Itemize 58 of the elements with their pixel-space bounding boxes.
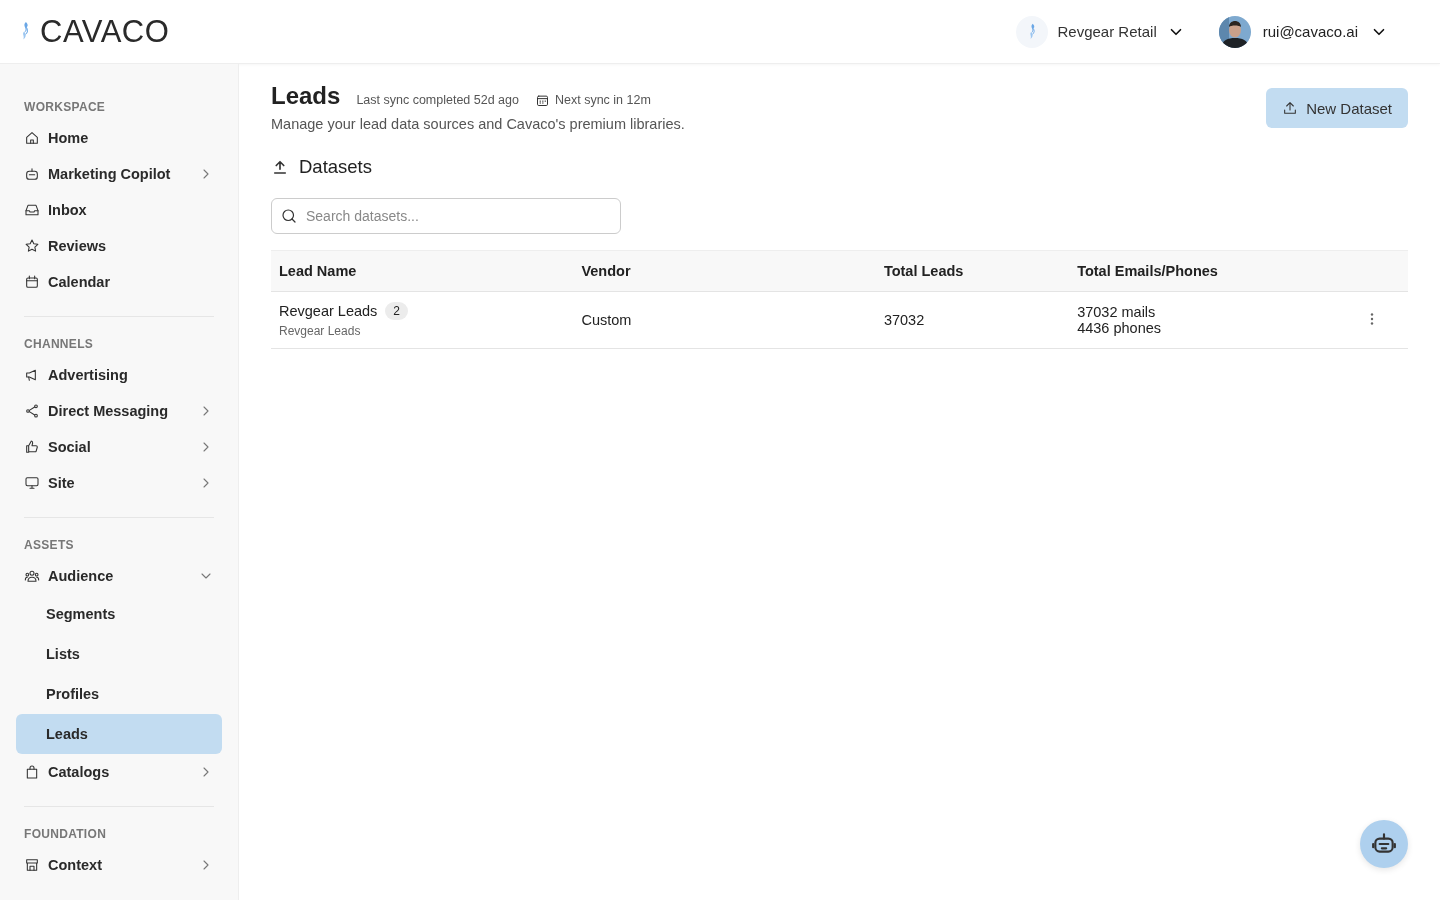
sidebar-item[interactable]: Audience	[16, 558, 222, 594]
column-header: Lead Name	[271, 250, 574, 292]
sidebar-item[interactable]: Direct Messaging	[16, 393, 222, 429]
next-sync: Next sync in 12m	[555, 93, 651, 107]
sidebar-item[interactable]: Calendar	[16, 264, 222, 300]
sidebar-item[interactable]: Home	[16, 120, 222, 156]
section-heading: FOUNDATION	[23, 826, 108, 843]
section-heading: CHANNELS	[23, 336, 95, 353]
lead-name: Revgear Leads	[279, 303, 378, 319]
sidebar-item[interactable]: Catalogs	[16, 754, 222, 790]
monitor-icon	[24, 475, 40, 491]
section-heading: ASSETS	[23, 537, 75, 554]
sidebar-item[interactable]: Social	[16, 429, 222, 465]
count-badge: 2	[385, 302, 409, 320]
section-heading: WORKSPACE	[23, 99, 107, 116]
calendar-icon	[24, 274, 40, 290]
sidebar-item[interactable]: Profiles	[16, 674, 222, 714]
sidebar-item[interactable]: Reviews	[16, 228, 222, 264]
bag-icon	[24, 764, 40, 780]
phones-count: 4436 phones	[1077, 320, 1162, 336]
workspace-selector[interactable]: Revgear Retail	[1015, 15, 1185, 48]
robot-icon	[24, 166, 40, 182]
assistant-button[interactable]	[1360, 820, 1408, 868]
search-field[interactable]: Search datasets...	[271, 198, 621, 234]
sidebar-item[interactable]: Lists	[16, 634, 222, 674]
upload-icon	[271, 158, 289, 176]
inbox-icon	[24, 202, 40, 218]
sidebar-item[interactable]: Leads	[16, 714, 222, 754]
more-icon[interactable]	[1370, 313, 1374, 325]
store-icon	[24, 857, 40, 873]
user-menu[interactable]: rui@cavaco.ai	[1218, 15, 1388, 48]
logo-text: CAVACO	[40, 13, 170, 50]
people-icon	[24, 568, 40, 584]
sidebar-item[interactable]: Site	[16, 465, 222, 501]
mails-count: 37032 mails	[1077, 304, 1157, 320]
sidebar-item[interactable]: Advertising	[16, 357, 222, 393]
table-cell: 37032	[875, 291, 1070, 349]
calendar-icon	[535, 92, 550, 108]
sync-status: Last sync completed 52d ago	[356, 93, 519, 107]
star-icon	[24, 238, 40, 254]
sidebar-item[interactable]: Context	[16, 847, 222, 883]
section-title: Datasets	[299, 156, 372, 178]
page-subtitle: Manage your lead data sources and Cavaco's premium libraries.	[271, 116, 686, 132]
sidebar-item[interactable]: Segments	[16, 594, 222, 634]
page-title: Leads	[271, 82, 341, 110]
lead-subname: Revgear Leads	[279, 324, 362, 338]
search-icon	[280, 207, 298, 225]
home-icon	[24, 130, 40, 146]
column-header: Total Leads	[875, 250, 1070, 292]
column-header: Total Emails/Phones	[1069, 250, 1362, 292]
sidebar-item[interactable]: Inbox	[16, 192, 222, 228]
thumbs-up-icon	[24, 439, 40, 455]
share-icon	[24, 403, 40, 419]
sidebar-item[interactable]: Marketing Copilot	[16, 156, 222, 192]
column-header: Vendor	[573, 250, 876, 292]
table-cell: Custom	[573, 291, 876, 349]
upload-icon	[1282, 100, 1299, 116]
new-dataset-button[interactable]: New Dataset	[1266, 88, 1408, 128]
